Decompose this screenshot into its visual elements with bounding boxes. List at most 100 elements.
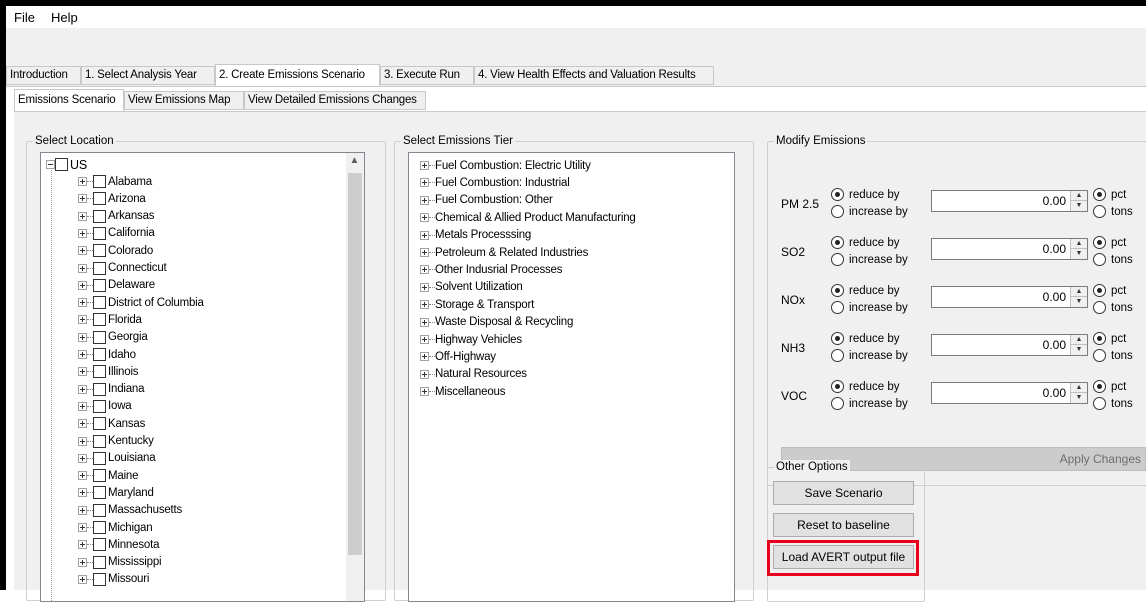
tree-node-state[interactable]: Kansas (78, 415, 145, 432)
expand-icon[interactable] (420, 195, 429, 205)
expand-icon[interactable] (78, 419, 87, 429)
tier-node[interactable]: Metals Processsing (420, 227, 531, 244)
state-checkbox[interactable] (93, 244, 106, 258)
expand-icon[interactable] (420, 282, 429, 292)
increase-radio[interactable] (831, 301, 844, 314)
spin-buttons[interactable]: ▲ ▼ (1070, 287, 1087, 307)
reduce-radio[interactable] (831, 284, 844, 297)
tier-node[interactable]: Fuel Combustion: Electric Utility (420, 157, 591, 174)
amount-spinner[interactable]: 0.00 ▲ ▼ (931, 334, 1088, 356)
tons-radio[interactable] (1093, 253, 1106, 266)
spin-down-icon[interactable]: ▼ (1071, 249, 1087, 259)
tree-node-state[interactable]: Minnesota (78, 536, 159, 553)
tons-radio[interactable] (1093, 205, 1106, 218)
state-checkbox[interactable] (93, 226, 106, 240)
tree-node-state[interactable]: Illinois (78, 363, 139, 380)
tier-node[interactable]: Fuel Combustion: Industrial (420, 174, 570, 191)
amount-spinner[interactable]: 0.00 ▲ ▼ (931, 286, 1088, 308)
expand-icon[interactable] (420, 230, 429, 240)
state-checkbox[interactable] (93, 572, 106, 586)
state-checkbox[interactable] (93, 365, 106, 379)
tree-node-state[interactable]: District of Columbia (78, 294, 204, 311)
state-checkbox[interactable] (93, 330, 106, 344)
expand-icon[interactable] (78, 488, 87, 498)
spin-buttons[interactable]: ▲ ▼ (1070, 239, 1087, 259)
tree-node-us[interactable]: US (46, 156, 87, 173)
state-checkbox[interactable] (93, 261, 106, 275)
tree-node-state[interactable]: California (78, 225, 155, 242)
state-checkbox[interactable] (93, 348, 106, 361)
tab-introduction[interactable]: Introduction (6, 66, 81, 85)
pct-radio[interactable] (1093, 284, 1106, 297)
expand-icon[interactable] (78, 177, 87, 186)
spin-up-icon[interactable]: ▲ (1071, 287, 1087, 297)
amount-spinner[interactable]: 0.00 ▲ ▼ (931, 238, 1088, 260)
reset-to-baseline-button[interactable]: Reset to baseline (773, 513, 914, 537)
expand-icon[interactable] (78, 367, 87, 377)
increase-by-option[interactable]: increase by (831, 397, 908, 410)
location-scrollbar[interactable]: ▲ (346, 153, 364, 601)
spin-down-icon[interactable]: ▼ (1071, 297, 1087, 307)
spin-down-icon[interactable]: ▼ (1071, 393, 1087, 403)
expand-icon[interactable] (420, 248, 429, 257)
expand-icon[interactable] (78, 298, 87, 308)
pct-option[interactable]: pct (1093, 284, 1126, 297)
tree-node-state[interactable]: Arizona (78, 190, 146, 207)
pct-option[interactable]: pct (1093, 236, 1126, 249)
expand-icon[interactable] (78, 211, 87, 221)
increase-radio[interactable] (831, 205, 844, 218)
reduce-by-option[interactable]: reduce by (831, 284, 900, 297)
pct-option[interactable]: pct (1093, 332, 1126, 345)
reduce-by-option[interactable]: reduce by (831, 332, 900, 345)
state-checkbox[interactable] (93, 503, 106, 517)
tree-node-state[interactable]: Missouri (78, 571, 149, 588)
spin-up-icon[interactable]: ▲ (1071, 335, 1087, 345)
spin-up-icon[interactable]: ▲ (1071, 191, 1087, 201)
reduce-by-option[interactable]: reduce by (831, 188, 900, 201)
state-checkbox[interactable] (93, 555, 106, 569)
tier-node[interactable]: Solvent Utilization (420, 279, 523, 296)
pct-option[interactable]: pct (1093, 380, 1126, 393)
expand-icon[interactable] (420, 352, 429, 362)
tree-node-state[interactable]: Massachusetts (78, 502, 182, 519)
expand-icon[interactable] (78, 315, 87, 325)
tier-node[interactable]: Chemical & Allied Product Manufacturing (420, 209, 636, 226)
expand-icon[interactable] (78, 471, 87, 481)
spin-down-icon[interactable]: ▼ (1071, 201, 1087, 211)
tons-radio[interactable] (1093, 349, 1106, 362)
reduce-by-option[interactable]: reduce by (831, 236, 900, 249)
spin-up-icon[interactable]: ▲ (1071, 383, 1087, 393)
scroll-up-arrow-icon[interactable]: ▲ (346, 155, 363, 166)
tree-node-state[interactable]: Maine (78, 467, 139, 484)
tree-node-state[interactable]: Delaware (78, 277, 155, 294)
tree-node-state[interactable]: Mississippi (78, 554, 162, 571)
expand-icon[interactable] (78, 453, 87, 463)
reduce-radio[interactable] (831, 188, 844, 201)
expand-icon[interactable] (420, 387, 429, 397)
increase-radio[interactable] (831, 253, 844, 266)
state-checkbox[interactable] (93, 451, 106, 465)
expand-icon[interactable] (78, 350, 87, 359)
tree-node-state[interactable]: Florida (78, 311, 142, 328)
increase-by-option[interactable]: increase by (831, 301, 908, 314)
tier-node[interactable]: Waste Disposal & Recycling (420, 314, 573, 331)
increase-by-option[interactable]: increase by (831, 205, 908, 218)
tree-node-state[interactable]: Indiana (78, 381, 145, 398)
tab-view-detailed-emissions-changes[interactable]: View Detailed Emissions Changes (244, 91, 426, 110)
expand-icon[interactable] (78, 574, 87, 584)
expand-icon[interactable] (420, 161, 429, 170)
tree-node-state[interactable]: Idaho (78, 346, 136, 363)
state-checkbox[interactable] (93, 209, 106, 223)
expand-icon[interactable] (78, 540, 87, 550)
pct-option[interactable]: pct (1093, 188, 1126, 201)
tab-select-analysis-year[interactable]: 1. Select Analysis Year (81, 66, 215, 85)
tons-option[interactable]: tons (1093, 349, 1133, 362)
tier-node[interactable]: Highway Vehicles (420, 331, 522, 348)
expand-icon[interactable] (78, 436, 87, 446)
tier-node[interactable]: Miscellaneous (420, 383, 505, 400)
expand-icon[interactable] (420, 317, 429, 327)
expand-icon[interactable] (78, 263, 87, 273)
state-checkbox[interactable] (93, 434, 106, 448)
pct-radio[interactable] (1093, 236, 1106, 249)
collapse-icon[interactable] (46, 160, 55, 169)
